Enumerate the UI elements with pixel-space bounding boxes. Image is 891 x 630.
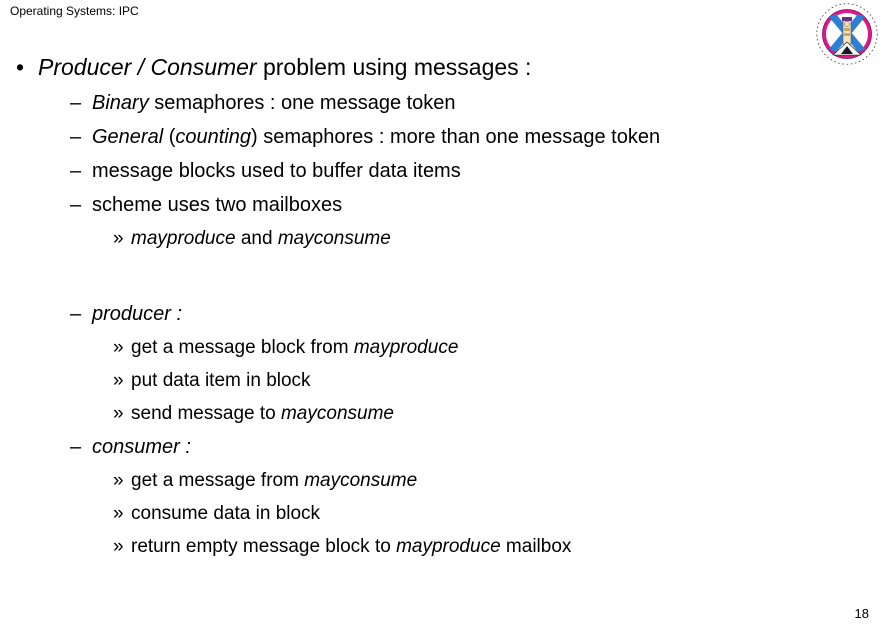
sub-bullet-mid: ( xyxy=(163,126,176,148)
sub-bullet-binary-semaphores: – Binary semaphores : one message token xyxy=(0,86,891,120)
main-bullet-rest: problem using messages : xyxy=(256,54,532,80)
slide-content: • Producer / Consumer problem using messa… xyxy=(0,50,891,563)
consumer-step-text: consume data in block xyxy=(131,503,321,524)
consumer-step: » get a message from mayconsume xyxy=(0,464,891,497)
consumer-step-mailbox: mayproduce xyxy=(396,536,501,557)
producer-step-mailbox: mayconsume xyxy=(280,403,394,424)
mailbox-name-mayproduce: mayproduce xyxy=(131,228,236,249)
bullet-marker-dot: • xyxy=(16,54,25,80)
sub-bullet-rest: semaphores : one message token xyxy=(148,92,456,114)
producer-step-text: get a message block from xyxy=(131,337,354,358)
dash-marker: – xyxy=(70,436,82,458)
producer-step-text: send message to xyxy=(131,403,281,424)
consumer-step-mailbox: mayconsume xyxy=(304,470,418,491)
sub-bullet-consumer: – consumer : xyxy=(0,430,891,464)
sub-bullet-rest: scheme uses two mailboxes xyxy=(92,194,343,216)
sub-bullet-emphasis-counting: counting xyxy=(175,126,251,148)
sub-bullet-emphasis: Binary xyxy=(92,92,149,114)
guillemet-marker: » xyxy=(113,536,124,557)
guillemet-marker: » xyxy=(113,403,124,424)
producer-step: » put data item in block xyxy=(0,364,891,397)
producer-heading: producer : xyxy=(92,303,183,325)
consumer-step-text: return empty message block to xyxy=(131,536,397,557)
sub-bullet-emphasis: General xyxy=(92,126,164,148)
consumer-step: » consume data in block xyxy=(0,497,891,530)
consumer-step-post: mailbox xyxy=(500,536,572,557)
page-number: 18 xyxy=(854,606,869,621)
producer-step-mailbox: mayproduce xyxy=(353,337,459,358)
producer-step: » send message to mayconsume xyxy=(0,397,891,430)
guillemet-marker: » xyxy=(113,470,124,491)
producer-step-text: put data item in block xyxy=(131,370,311,391)
sub-bullet-two-mailboxes: – scheme uses two mailboxes xyxy=(0,188,891,222)
main-bullet: • Producer / Consumer problem using messa… xyxy=(0,50,891,84)
sub-bullet-producer: – producer : xyxy=(0,297,891,331)
detail-mailbox-names: » mayproduce and mayconsume xyxy=(0,222,891,255)
guillemet-marker: » xyxy=(113,503,124,524)
sub-bullet-rest: message blocks used to buffer data items xyxy=(92,160,461,182)
main-bullet-emphasis: Producer / Consumer xyxy=(38,54,257,80)
guillemet-marker: » xyxy=(113,370,124,391)
dash-marker: – xyxy=(70,92,82,114)
sub-bullet-rest: ) semaphores : more than one message tok… xyxy=(251,126,661,148)
consumer-heading: consumer : xyxy=(92,436,191,458)
dash-marker: – xyxy=(70,303,82,325)
dash-marker: – xyxy=(70,160,82,182)
guillemet-marker: » xyxy=(113,337,124,358)
mailbox-conjunction: and xyxy=(235,228,278,249)
dash-marker: – xyxy=(70,126,82,148)
dash-marker: – xyxy=(70,194,82,216)
mailbox-name-mayconsume: mayconsume xyxy=(277,228,391,249)
producer-step: » get a message block from mayproduce xyxy=(0,331,891,364)
sub-bullet-message-blocks: – message blocks used to buffer data item… xyxy=(0,154,891,188)
consumer-step-text: get a message from xyxy=(131,470,305,491)
guillemet-marker: » xyxy=(113,228,124,249)
consumer-step: » return empty message block to mayproduc… xyxy=(0,530,891,563)
slide-header-title: Operating Systems: IPC xyxy=(10,4,139,18)
sub-bullet-general-semaphores: – General (counting) semaphores : more th… xyxy=(0,120,891,154)
